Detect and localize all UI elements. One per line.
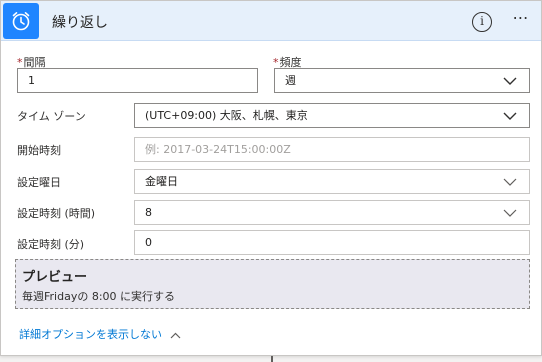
weekdays-value: 金曜日 [145, 175, 178, 188]
chevron-down-icon [503, 112, 517, 120]
minutes-input[interactable]: 0 [134, 230, 530, 255]
chevron-down-icon [503, 209, 517, 217]
hours-value: 8 [145, 206, 152, 219]
hours-label: 設定時刻 (時間) [17, 207, 96, 220]
hours-dropdown[interactable]: 8 [134, 200, 530, 225]
frequency-value: 週 [285, 74, 296, 87]
flow-connector-line [271, 356, 273, 362]
hide-advanced-options-link[interactable]: 詳細オプションを表示しない [19, 326, 181, 342]
preview-text: 毎週Fridayの 8:00 に実行する [22, 290, 176, 303]
weekdays-label: 設定曜日 [17, 176, 61, 189]
chevron-down-icon [503, 77, 517, 85]
timezone-label: タイム ゾーン [17, 110, 86, 123]
chevron-down-icon [503, 178, 517, 186]
interval-value: 1 [28, 74, 35, 87]
preview-title: プレビュー [22, 270, 88, 285]
more-options-icon[interactable]: ⋯ [508, 9, 534, 29]
card-title: 繰り返し [52, 15, 108, 31]
weekdays-dropdown[interactable]: 金曜日 [134, 169, 530, 194]
card-header[interactable]: 繰り返し i ⋯ [1, 1, 541, 41]
frequency-dropdown[interactable]: 週 [274, 68, 530, 93]
minutes-label: 設定時刻 (分) [17, 238, 85, 251]
alarm-clock-icon [3, 3, 39, 39]
start-time-input[interactable]: 例: 2017-03-24T15:00:00Z [134, 137, 530, 162]
start-time-label: 開始時刻 [17, 144, 61, 157]
info-icon[interactable]: i [472, 12, 492, 32]
recurrence-card: 繰り返し i ⋯ *間隔 1 *頻度 週 タイム ゾーン (UTC+09:00)… [0, 0, 542, 356]
timezone-dropdown[interactable]: (UTC+09:00) 大阪、札幌、東京 [134, 103, 530, 128]
schedule-preview: プレビュー 毎週Fridayの 8:00 に実行する [15, 259, 530, 309]
chevron-up-icon [170, 332, 181, 338]
start-time-placeholder: 例: 2017-03-24T15:00:00Z [145, 143, 291, 156]
timezone-value: (UTC+09:00) 大阪、札幌、東京 [145, 109, 308, 122]
advanced-link-label: 詳細オプションを表示しない [19, 328, 162, 341]
minutes-value: 0 [145, 236, 152, 249]
interval-input[interactable]: 1 [17, 68, 258, 93]
